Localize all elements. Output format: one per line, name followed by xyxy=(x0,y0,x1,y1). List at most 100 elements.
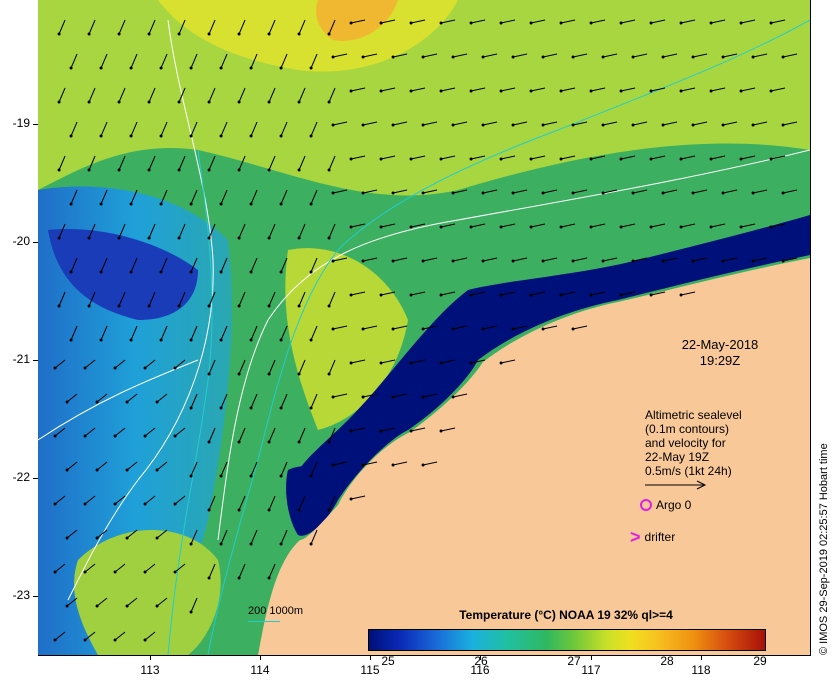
velocity-arrow-head xyxy=(739,21,743,25)
velocity-arrow-head xyxy=(739,157,743,161)
velocity-arrow-head xyxy=(207,508,211,512)
velocity-arrow-head xyxy=(113,638,117,642)
lon-tick-mark xyxy=(591,655,592,660)
velocity-arrow-head xyxy=(279,66,283,70)
lat-tick-label: -19 xyxy=(12,116,30,130)
velocity-arrow-head xyxy=(189,134,193,138)
colorbar-tick: 27 xyxy=(567,654,581,668)
lon-tick-label: 114 xyxy=(250,663,270,677)
velocity-arrow-head xyxy=(379,361,383,365)
colorbar-tick: 25 xyxy=(381,654,395,668)
lon-tick-mark xyxy=(150,655,151,660)
lat-tick-label: -23 xyxy=(12,588,30,602)
velocity-arrow-head xyxy=(309,202,313,206)
velocity-arrow-head xyxy=(679,89,683,93)
velocity-arrow-head xyxy=(571,259,575,263)
velocity-arrow-head xyxy=(83,366,87,370)
velocity-arrow-head xyxy=(99,338,103,342)
velocity-arrow-head xyxy=(267,440,271,444)
lat-tick-mark xyxy=(33,124,38,125)
velocity-arrow-head xyxy=(379,21,383,25)
velocity-arrow-head xyxy=(439,429,443,433)
velocity-arrow-head xyxy=(559,157,563,161)
velocity-arrow-head xyxy=(769,157,773,161)
velocity-arrow-head xyxy=(129,338,133,342)
velocity-arrow-head xyxy=(451,123,455,127)
velocity-arrow-head xyxy=(559,89,563,93)
velocity-arrow-head xyxy=(113,434,117,438)
velocity-arrow-head xyxy=(129,270,133,274)
velocity-arrow-head xyxy=(53,570,57,574)
velocity-arrow-head xyxy=(439,21,443,25)
velocity-arrow-head xyxy=(529,89,533,93)
lon-tick-mark xyxy=(370,655,371,660)
velocity-arrow-head xyxy=(297,236,301,240)
velocity-arrow-head xyxy=(781,123,785,127)
velocity-arrow-head xyxy=(349,497,353,501)
sst-map-canvas xyxy=(38,0,810,655)
velocity-arrow-head xyxy=(379,225,383,229)
velocity-arrow-head xyxy=(159,270,163,274)
velocity-arrow-head xyxy=(219,202,223,206)
velocity-arrow-head xyxy=(113,570,117,574)
velocity-arrow-head xyxy=(331,327,335,331)
isobath-legend-label: 200 1000m xyxy=(248,605,304,617)
velocity-arrow-head xyxy=(237,304,241,308)
velocity-arrow-head xyxy=(297,304,301,308)
velocity-arrow-head xyxy=(451,327,455,331)
velocity-arrow-head xyxy=(297,508,301,512)
colorbar-tick: 28 xyxy=(660,654,674,668)
velocity-arrow-head xyxy=(391,395,395,399)
velocity-arrow-head xyxy=(189,202,193,206)
velocity-arrow-head xyxy=(481,55,485,59)
velocity-arrow-head xyxy=(129,66,133,70)
velocity-arrow-head xyxy=(99,270,103,274)
velocity-arrow-head xyxy=(69,270,73,274)
velocity-arrow-head xyxy=(541,191,545,195)
velocity-arrow-head xyxy=(469,225,473,229)
altimetry-note-line: 0.5m/s (1kt 24h) xyxy=(645,464,732,478)
velocity-arrow-head xyxy=(249,134,253,138)
velocity-arrow-head xyxy=(361,259,365,263)
velocity-arrow-head xyxy=(361,123,365,127)
velocity-arrow-head xyxy=(511,259,515,263)
velocity-arrow-head xyxy=(409,293,413,297)
velocity-arrow-head xyxy=(69,338,73,342)
velocity-arrow-head xyxy=(469,293,473,297)
velocity-arrow-head xyxy=(421,191,425,195)
velocity-arrow-head xyxy=(267,372,271,376)
lon-tick-mark xyxy=(701,655,702,660)
velocity-arrow-head xyxy=(631,55,635,59)
velocity-arrow-head xyxy=(781,191,785,195)
velocity-arrow-head xyxy=(267,168,271,172)
velocity-arrow-head xyxy=(601,123,605,127)
map-date: 22-May-2018 xyxy=(681,337,759,352)
velocity-arrow-head xyxy=(95,468,99,472)
velocity-arrow-head xyxy=(249,542,253,546)
velocity-arrow-head xyxy=(451,55,455,59)
velocity-arrow-head xyxy=(309,542,313,546)
velocity-arrow-head xyxy=(349,361,353,365)
warm-water-south xyxy=(74,530,221,655)
velocity-arrow-head xyxy=(469,89,473,93)
velocity-arrow-head xyxy=(279,134,283,138)
velocity-arrow-head xyxy=(207,236,211,240)
velocity-arrow-head xyxy=(469,361,473,365)
velocity-arrow-head xyxy=(57,168,61,172)
velocity-arrow-head xyxy=(721,191,725,195)
velocity-arrow-head xyxy=(309,406,313,410)
velocity-arrow-head xyxy=(511,123,515,127)
credit-line: © IMOS 29-Sep-2019 02:25:57 Hobart time xyxy=(818,443,830,655)
velocity-arrow-head xyxy=(125,468,129,472)
velocity-arrow-head xyxy=(95,536,99,540)
velocity-arrow-head xyxy=(219,270,223,274)
lat-tick-label: -22 xyxy=(12,470,30,484)
lon-tick-label: 113 xyxy=(140,663,160,677)
velocity-arrow-head xyxy=(511,191,515,195)
velocity-arrow-head xyxy=(83,638,87,642)
velocity-arrow-head xyxy=(661,55,665,59)
velocity-arrow-head xyxy=(147,168,151,172)
velocity-arrow-head xyxy=(751,123,755,127)
velocity-arrow-head xyxy=(721,55,725,59)
velocity-arrow-head xyxy=(69,202,73,206)
